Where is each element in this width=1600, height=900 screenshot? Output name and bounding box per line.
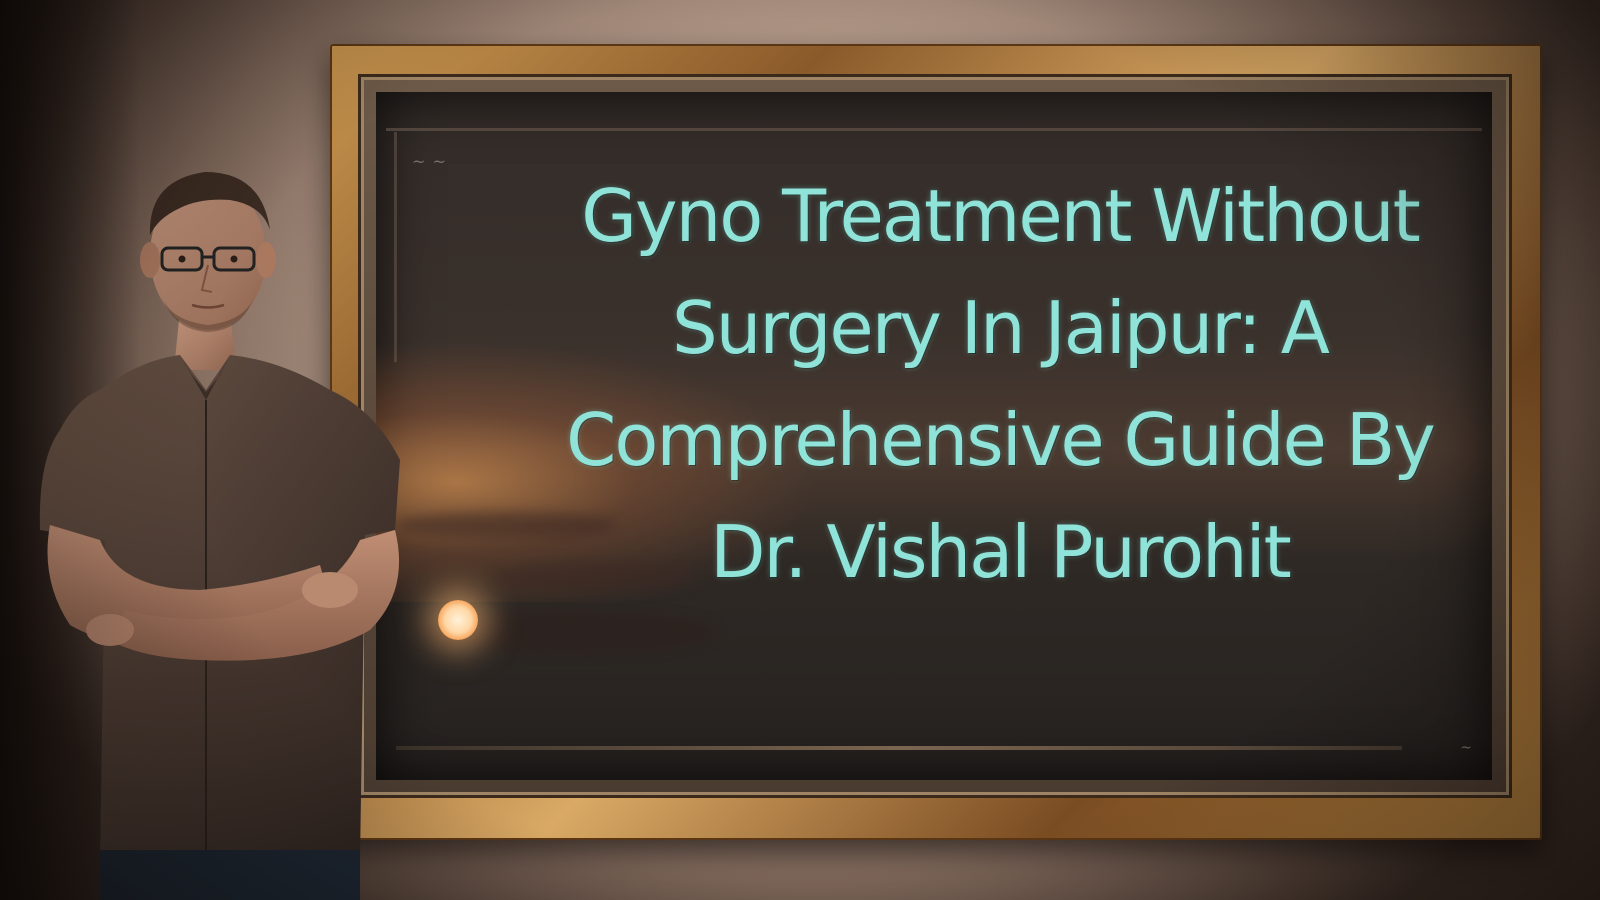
artist-signature: ~ <box>1460 740 1472 756</box>
man-with-crossed-arms <box>39 172 400 900</box>
sun-image <box>438 600 478 640</box>
board-headline: Gyno Treatment Without Surgery In Jaipur… <box>566 174 1436 594</box>
scene: ~ ~ ~ Gyno Treatment Without Surgery In … <box>0 0 1600 900</box>
chalk-ledge <box>396 746 1402 750</box>
board-top-line <box>386 128 1482 131</box>
